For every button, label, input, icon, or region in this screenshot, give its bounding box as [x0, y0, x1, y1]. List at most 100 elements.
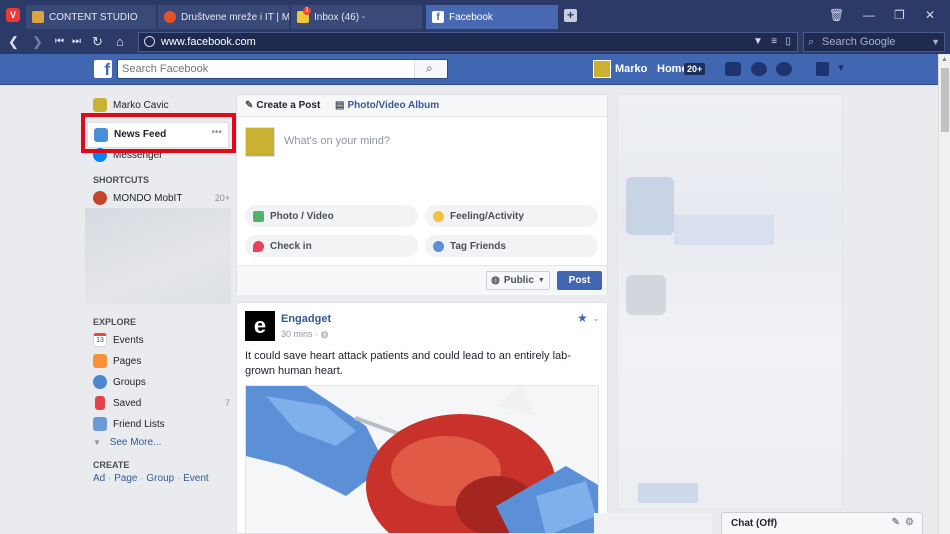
- sidebar-item-friend-lists[interactable]: Friend Lists: [93, 415, 230, 433]
- separator: ·: [176, 473, 181, 484]
- friend-lists-icon: [93, 417, 107, 431]
- minimize-icon[interactable]: —: [863, 9, 875, 21]
- create-group-link[interactable]: Group: [146, 473, 174, 484]
- composer-footer: ◍ Public ▼ Post: [237, 265, 607, 295]
- facebook-search-input[interactable]: [117, 59, 448, 79]
- tab-label: Društvene mreže i IT | Mond: [181, 11, 290, 23]
- create-ad-link[interactable]: Ad: [93, 473, 105, 484]
- notifications-icon[interactable]: [776, 62, 792, 76]
- right-column-blurred: [617, 94, 843, 510]
- whats-on-your-mind-input[interactable]: What's on your mind?: [284, 135, 390, 147]
- post-button[interactable]: Post: [557, 271, 602, 290]
- fast-forward-icon[interactable]: ⏭: [72, 34, 81, 50]
- page-scrollbar[interactable]: ▲: [938, 54, 950, 534]
- trash-icon[interactable]: 🗑: [829, 9, 844, 21]
- reader-icon[interactable]: ≡: [771, 36, 777, 47]
- search-engine-dropdown-icon[interactable]: ▼: [931, 33, 940, 51]
- post-author-link[interactable]: Engadget: [281, 313, 331, 325]
- rewind-icon[interactable]: ⏮: [55, 34, 64, 50]
- search-button[interactable]: ⌕: [414, 60, 447, 78]
- shortcut-count: 20+: [214, 193, 230, 203]
- chat-bar[interactable]: Chat (Off) ✎ ⚙: [721, 512, 923, 534]
- tab-facebook[interactable]: f Facebook: [426, 5, 559, 29]
- vivaldi-menu-icon[interactable]: V: [6, 8, 20, 22]
- flag-icon: [93, 354, 107, 368]
- avatar: [93, 98, 107, 112]
- globe-icon: ◍: [320, 329, 329, 339]
- explore-section: EXPLORE 13 Events Pages Groups Saved 7 F…: [85, 310, 230, 490]
- back-icon[interactable]: ❮: [8, 34, 19, 50]
- engadget-logo-icon[interactable]: e: [245, 311, 275, 341]
- smiley-icon: [433, 210, 444, 222]
- facebook-favicon-icon: f: [432, 11, 444, 23]
- home-link[interactable]: Home: [657, 63, 688, 75]
- sidebar-item-label: Events: [113, 334, 144, 346]
- create-event-link[interactable]: Event: [183, 473, 209, 484]
- sidebar-item-profile[interactable]: Marko Cavic: [93, 96, 169, 114]
- pencil-icon: ✎: [245, 100, 254, 111]
- scroll-up-icon[interactable]: ▲: [941, 56, 948, 63]
- new-tab-icon[interactable]: +: [564, 9, 577, 22]
- privacy-shortcuts-icon[interactable]: [816, 62, 829, 76]
- mail-favicon-icon: 1: [297, 7, 311, 23]
- sidebar-item-saved[interactable]: Saved 7: [93, 394, 230, 412]
- tab-drustvene-mreze[interactable]: Društvene mreže i IT | Mond: [158, 5, 290, 29]
- dropdown-icon[interactable]: ▼: [753, 36, 763, 47]
- chevron-down-icon: ▼: [93, 438, 101, 447]
- globe-icon: [144, 36, 155, 47]
- calendar-icon: 13: [93, 333, 107, 347]
- sidebar-item-groups[interactable]: Groups: [93, 373, 230, 391]
- star-icon[interactable]: ★: [577, 311, 588, 325]
- messenger-icon[interactable]: [751, 62, 767, 76]
- post-options-chevron-icon[interactable]: ⌄: [592, 313, 600, 324]
- search-google-input[interactable]: ⌕ Search Google ▼: [803, 32, 945, 52]
- tag-friends-button[interactable]: Tag Friends: [425, 235, 598, 257]
- gear-icon[interactable]: ⚙: [905, 517, 914, 528]
- bookmark-icon[interactable]: ▯: [785, 36, 791, 47]
- facebook-header: f ⌕ Marko Home 20+ ▼: [0, 54, 938, 85]
- close-icon[interactable]: ✕: [925, 9, 935, 21]
- forward-icon[interactable]: ❯: [32, 34, 43, 50]
- sidebar-item-events[interactable]: 13 Events: [93, 331, 230, 349]
- home-icon[interactable]: ⌂: [116, 34, 124, 50]
- see-more-link[interactable]: ▼ See More...: [93, 437, 161, 448]
- tab-content-studio[interactable]: CONTENT STUDIO: [26, 5, 157, 29]
- post-timestamp[interactable]: 30 mins · ◍: [281, 329, 328, 340]
- home-notification-badge: 20+: [684, 63, 706, 75]
- facebook-logo-icon[interactable]: f: [94, 60, 112, 78]
- compose-icon[interactable]: ✎: [892, 517, 900, 528]
- tab-inbox[interactable]: 1 Inbox (46) -: [291, 5, 423, 29]
- browser-address-bar: ❮ ❯ ⏮ ⏭ ↻ ⌂ www.facebook.com ▼ ≡ ▯ ⌕ Sea…: [0, 30, 950, 54]
- sidebar-item-mondo-mobit[interactable]: MONDO MobIT 20+: [93, 189, 230, 207]
- tab-create-post[interactable]: ✎ Create a Post: [245, 100, 320, 111]
- magnifier-icon: ⌕: [808, 36, 815, 48]
- profile-name-link[interactable]: Marko: [615, 63, 647, 75]
- post-time-text: 30 mins ·: [281, 329, 319, 339]
- photo-video-button[interactable]: Photo / Video: [245, 205, 418, 227]
- browser-tab-bar: V CONTENT STUDIO Društvene mreže i IT | …: [0, 0, 950, 30]
- search-google-placeholder: Search Google: [822, 36, 896, 48]
- sidebar-item-label: MONDO MobIT: [113, 192, 183, 204]
- create-page-link[interactable]: Page: [114, 473, 137, 484]
- friend-requests-icon[interactable]: [725, 62, 741, 76]
- scroll-thumb[interactable]: [941, 68, 949, 132]
- tab-label: CONTENT STUDIO: [49, 11, 138, 23]
- sidebar-item-pages[interactable]: Pages: [93, 352, 230, 370]
- post-image[interactable]: [245, 385, 599, 533]
- sidebar-item-label: Marko Cavic: [113, 99, 169, 111]
- post-composer: ✎ Create a Post ▤ Photo/Video Album What's…: [236, 94, 608, 295]
- url-input[interactable]: www.facebook.com ▼ ≡ ▯: [138, 32, 798, 52]
- mail-unread-badge: 1: [303, 7, 311, 15]
- button-label: Feeling/Activity: [450, 210, 524, 222]
- avatar: [245, 127, 275, 157]
- feeling-activity-button[interactable]: Feeling/Activity: [425, 205, 598, 227]
- restore-icon[interactable]: ❐: [894, 9, 905, 21]
- search-icon: ⌕: [426, 61, 433, 75]
- reload-icon[interactable]: ↻: [92, 34, 103, 50]
- account-menu-icon[interactable]: ▼: [836, 63, 846, 74]
- check-in-button[interactable]: Check in: [245, 235, 418, 257]
- privacy-selector[interactable]: ◍ Public ▼: [486, 271, 550, 290]
- avatar[interactable]: [593, 60, 611, 78]
- tab-label: Photo/Video Album: [347, 100, 440, 111]
- tab-photo-video-album[interactable]: ▤ Photo/Video Album: [335, 100, 439, 111]
